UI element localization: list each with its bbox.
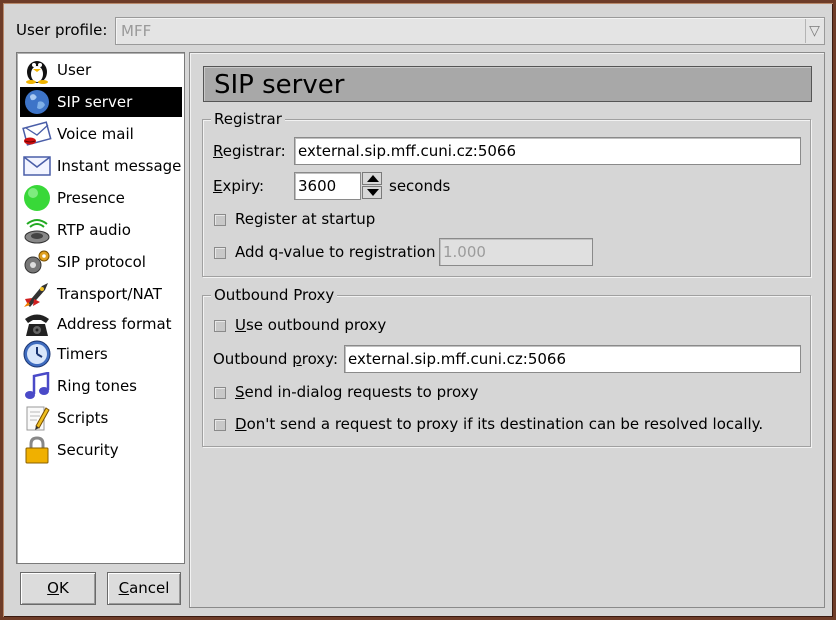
q-value: 1.000 [443, 243, 486, 261]
penguin-icon [26, 61, 48, 84]
ok-label: K [58, 579, 69, 597]
expiry-spin-down-icon[interactable] [362, 186, 382, 199]
music-note-icon [25, 372, 50, 399]
cancel-button[interactable]: Cancel [107, 572, 181, 605]
outbound-proxy-group: Outbound Proxy Use outbound proxy Outbou… [202, 286, 811, 447]
category-item-address-format[interactable]: Address format [20, 309, 182, 339]
proxy-mnemonic: p [292, 350, 302, 368]
gears-icon [24, 250, 50, 274]
category-item-transport-nat[interactable]: Transport/NAT [20, 279, 182, 309]
ok-mnemonic: O [47, 579, 59, 597]
use-proxy-label-text: se outbound proxy [245, 316, 387, 334]
category-item-sip-protocol[interactable]: SIP protocol [20, 247, 182, 277]
in-dialog-mnemonic: S [235, 383, 245, 401]
category-label: User [57, 61, 92, 79]
category-label: SIP server [57, 93, 133, 111]
proxy-label-pre: Outbound [213, 350, 293, 368]
category-label: RTP audio [57, 221, 131, 239]
rocket-icon [24, 283, 48, 307]
ok-button[interactable]: OK [20, 572, 96, 605]
category-label: Transport/NAT [57, 285, 162, 303]
voicemail-envelope-icon [22, 121, 52, 146]
category-label: Voice mail [57, 125, 134, 143]
local-resolve-label: Don't send a request to proxy if its des… [235, 415, 763, 433]
registrar-group: Registrar Registrar: external.sip.mff.cu… [202, 110, 811, 277]
outbound-proxy-label: Outbound proxy: [213, 350, 338, 368]
local-resolve-label-text: on't send a request to proxy if its dest… [246, 415, 764, 433]
category-label: Scripts [57, 409, 109, 427]
category-item-rtp-audio[interactable]: RTP audio [20, 215, 182, 245]
category-label: Timers [57, 345, 108, 363]
local-resolve-checkbox[interactable] [214, 419, 226, 431]
category-item-presence[interactable]: Presence [20, 183, 182, 213]
use-outbound-proxy-checkbox[interactable] [214, 320, 226, 332]
use-outbound-proxy-label: Use outbound proxy [235, 316, 386, 334]
expiry-unit-label: seconds [389, 177, 451, 195]
padlock-icon [25, 436, 49, 464]
page-title-bar: SIP server [203, 66, 812, 102]
expiry-input[interactable]: 3600 [294, 172, 361, 200]
telephone-icon [25, 314, 49, 336]
registrar-label: Registrar: [213, 142, 286, 160]
speaker-icon [24, 219, 50, 244]
category-item-scripts[interactable]: Scripts [20, 403, 182, 433]
category-label: Address format [57, 315, 172, 333]
category-label: Instant message [57, 157, 182, 175]
registrar-input[interactable]: external.sip.mff.cuni.cz:5066 [294, 137, 801, 165]
user-profile-value: MFF [121, 22, 152, 40]
q-value-label: Add q-value to registration [235, 243, 436, 261]
in-dialog-requests-checkbox[interactable] [214, 387, 226, 399]
q-value-input[interactable]: 1.000 [439, 238, 593, 266]
green-light-icon [24, 185, 50, 211]
category-item-voice-mail[interactable]: Voice mail [20, 119, 182, 149]
outbound-proxy-group-title: Outbound Proxy [211, 286, 338, 304]
category-item-instant-message[interactable]: Instant message [20, 151, 182, 181]
cancel-label: ancel [129, 579, 170, 597]
in-dialog-label-text: end in-dialog requests to proxy [244, 383, 479, 401]
expiry-label: Expiry: [213, 177, 264, 195]
category-item-security[interactable]: Security [20, 435, 182, 465]
register-at-startup-label: Register at startup [235, 210, 376, 228]
category-item-ring-tones[interactable]: Ring tones [20, 371, 182, 401]
settings-panel: SIP server Registrar Registrar: external… [189, 52, 825, 608]
registrar-group-title: Registrar [211, 110, 285, 128]
use-proxy-mnemonic: U [235, 316, 246, 334]
cancel-mnemonic: C [118, 579, 130, 597]
register-at-startup-checkbox[interactable] [214, 214, 226, 226]
dropdown-arrow-icon[interactable]: ▽ [805, 19, 823, 43]
category-item-sip-server[interactable]: SIP server [20, 87, 182, 117]
envelope-icon [23, 156, 51, 176]
expiry-value: 3600 [298, 177, 337, 195]
clock-icon [23, 340, 51, 368]
category-label: Presence [57, 189, 125, 207]
user-profile-combobox[interactable]: MFF ▽ [115, 17, 825, 45]
category-item-user[interactable]: User [20, 55, 182, 85]
expiry-spin-up-icon[interactable] [362, 172, 382, 185]
expiry-label-text: xpiry: [222, 177, 265, 195]
user-profile-label: User profile: [16, 21, 108, 39]
category-label: SIP protocol [57, 253, 146, 271]
category-item-timers[interactable]: Timers [20, 339, 182, 369]
outbound-proxy-input[interactable]: external.sip.mff.cuni.cz:5066 [344, 345, 801, 373]
preferences-window: User profile: MFF ▽ User SIP server Voic… [0, 0, 836, 620]
registrar-mnemonic: R [213, 142, 223, 160]
proxy-label-rest: roxy: [301, 350, 339, 368]
category-label: Ring tones [57, 377, 137, 395]
outbound-proxy-value: external.sip.mff.cuni.cz:5066 [348, 350, 567, 368]
page-title: SIP server [214, 70, 345, 100]
q-value-checkbox[interactable] [214, 247, 226, 259]
script-pencil-icon [26, 406, 50, 431]
globe-icon [25, 90, 49, 114]
category-list: User SIP server Voice mail Instant messa… [16, 52, 185, 564]
category-label: Security [57, 441, 119, 459]
in-dialog-requests-label: Send in-dialog requests to proxy [235, 383, 478, 401]
local-resolve-mnemonic: D [235, 415, 247, 433]
registrar-label-text: egistrar: [222, 142, 286, 160]
registrar-value: external.sip.mff.cuni.cz:5066 [298, 142, 517, 160]
